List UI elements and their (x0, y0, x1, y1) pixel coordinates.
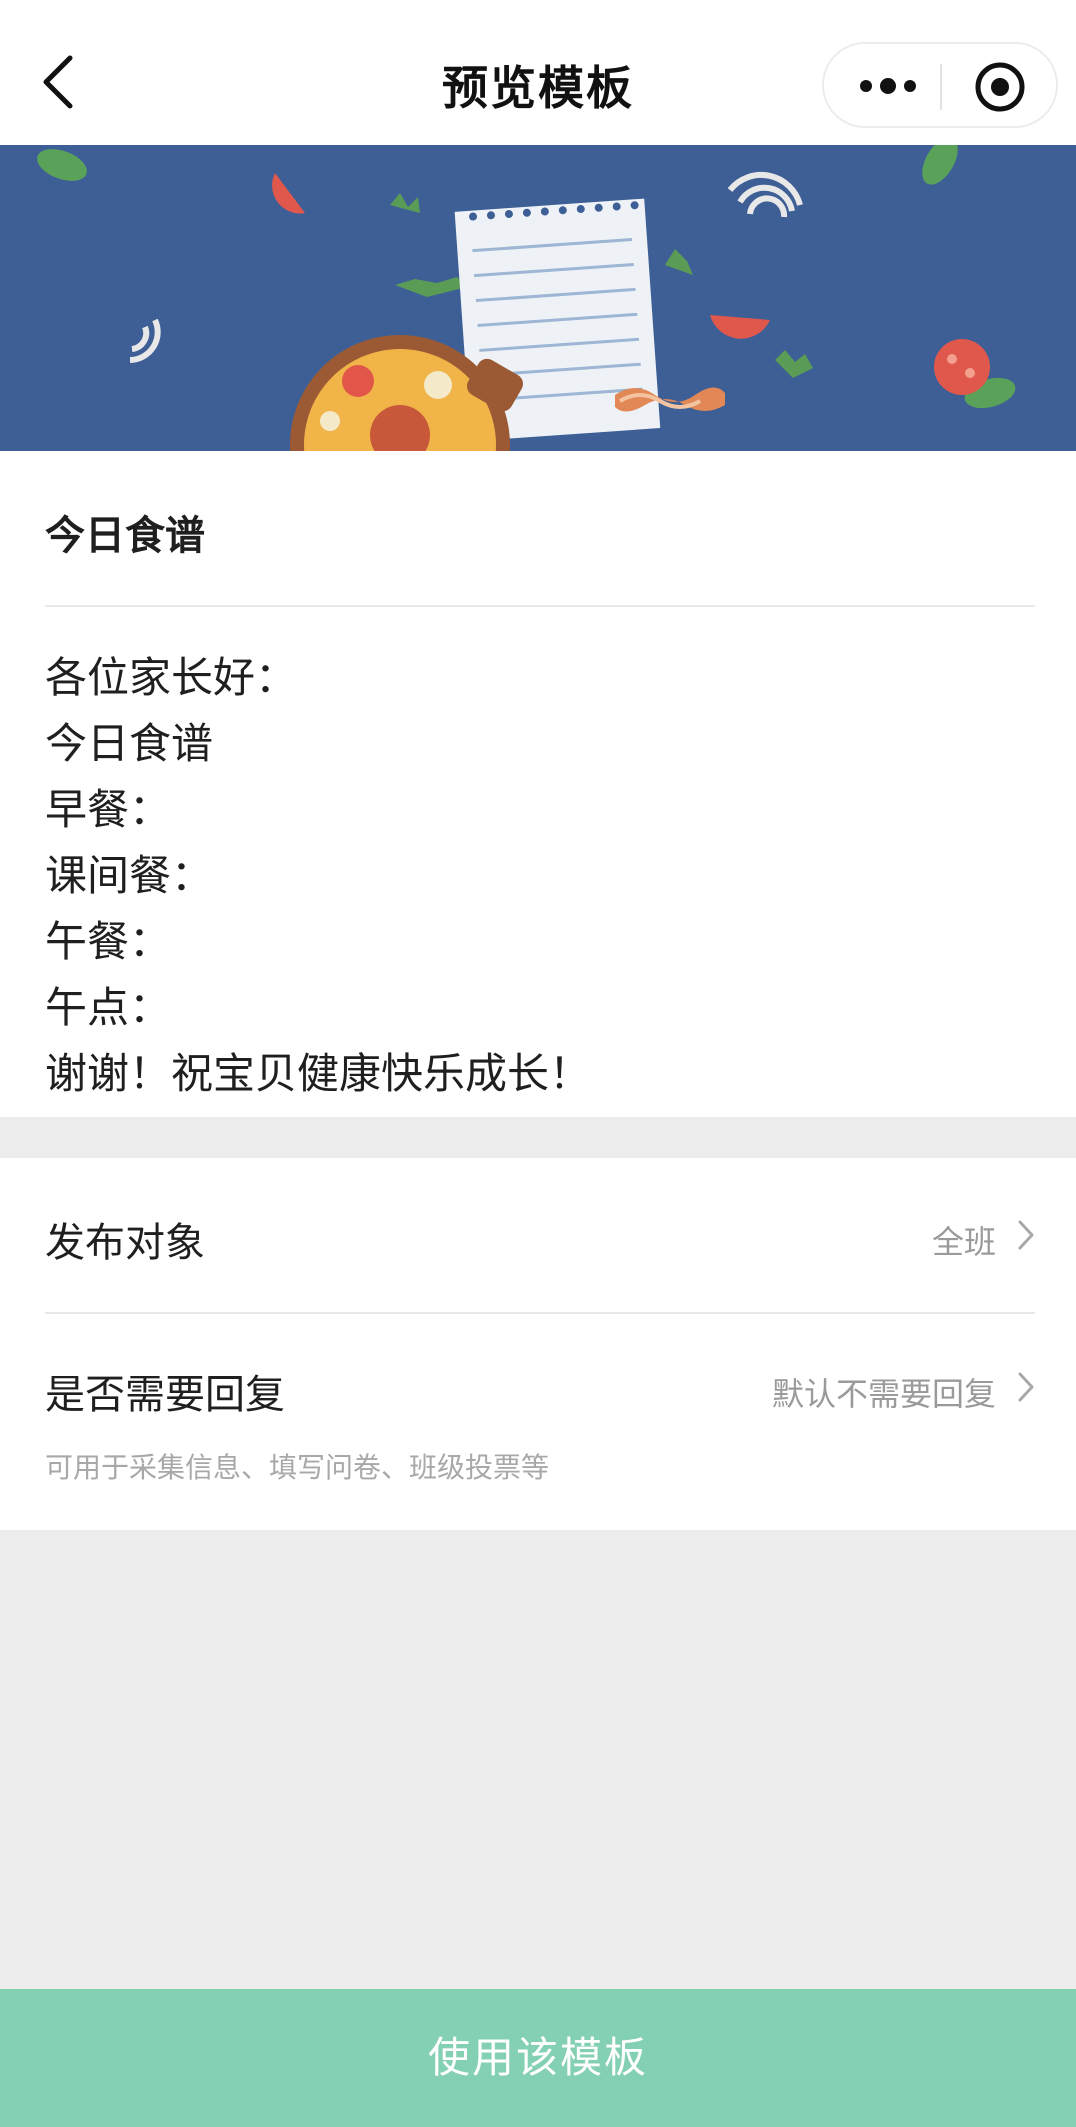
divider (45, 605, 1035, 607)
use-template-button[interactable]: 使用该模板 (0, 1989, 1076, 2127)
template-content: 今日食谱 各位家长好： 今日食谱 早餐： 课间餐： 午餐： 午点： 谢谢！祝宝贝… (0, 451, 1076, 1117)
more-button[interactable] (858, 66, 918, 106)
reply-hint: 可用于采集信息、填写问卷、班级投票等 (45, 1451, 550, 1484)
reply-label: 是否需要回复 (45, 1372, 285, 1418)
audience-value: 全班 (931, 1223, 996, 1261)
chevron-right-icon (1018, 1220, 1034, 1250)
close-button[interactable] (974, 61, 1026, 113)
template-body: 各位家长好： 今日食谱 早餐： 课间餐： 午餐： 午点： 谢谢！祝宝贝健康快乐成… (45, 645, 591, 1107)
body-line: 今日食谱 (45, 719, 214, 768)
body-line: 午点： (45, 983, 172, 1032)
body-line: 课间餐： (45, 851, 214, 900)
body-line: 早餐： (45, 785, 172, 834)
mini-program-capsule (822, 42, 1058, 128)
settings-list: 发布对象 全班 是否需要回复 默认不需要回复 可用于采集信息、填写问卷、班级投票… (0, 1158, 1076, 1530)
target-close-icon (975, 62, 1025, 112)
recipe-illustration (37, 145, 1016, 451)
body-line: 午餐： (45, 917, 172, 966)
template-title: 今日食谱 (45, 513, 205, 559)
nav-bar: 预览模板 (0, 0, 1076, 145)
reply-value: 默认不需要回复 (771, 1375, 996, 1413)
body-line: 谢谢！祝宝贝健康快乐成长！ (45, 1049, 592, 1098)
audience-label: 发布对象 (45, 1220, 205, 1266)
body-line: 各位家长好： (45, 653, 298, 702)
capsule-divider (940, 64, 942, 110)
reply-row[interactable]: 是否需要回复 默认不需要回复 可用于采集信息、填写问卷、班级投票等 (0, 1314, 1076, 1530)
banner (0, 145, 1076, 451)
chevron-right-icon (1018, 1372, 1034, 1402)
audience-row[interactable]: 发布对象 全班 (0, 1158, 1076, 1312)
more-dots-icon (860, 78, 916, 94)
